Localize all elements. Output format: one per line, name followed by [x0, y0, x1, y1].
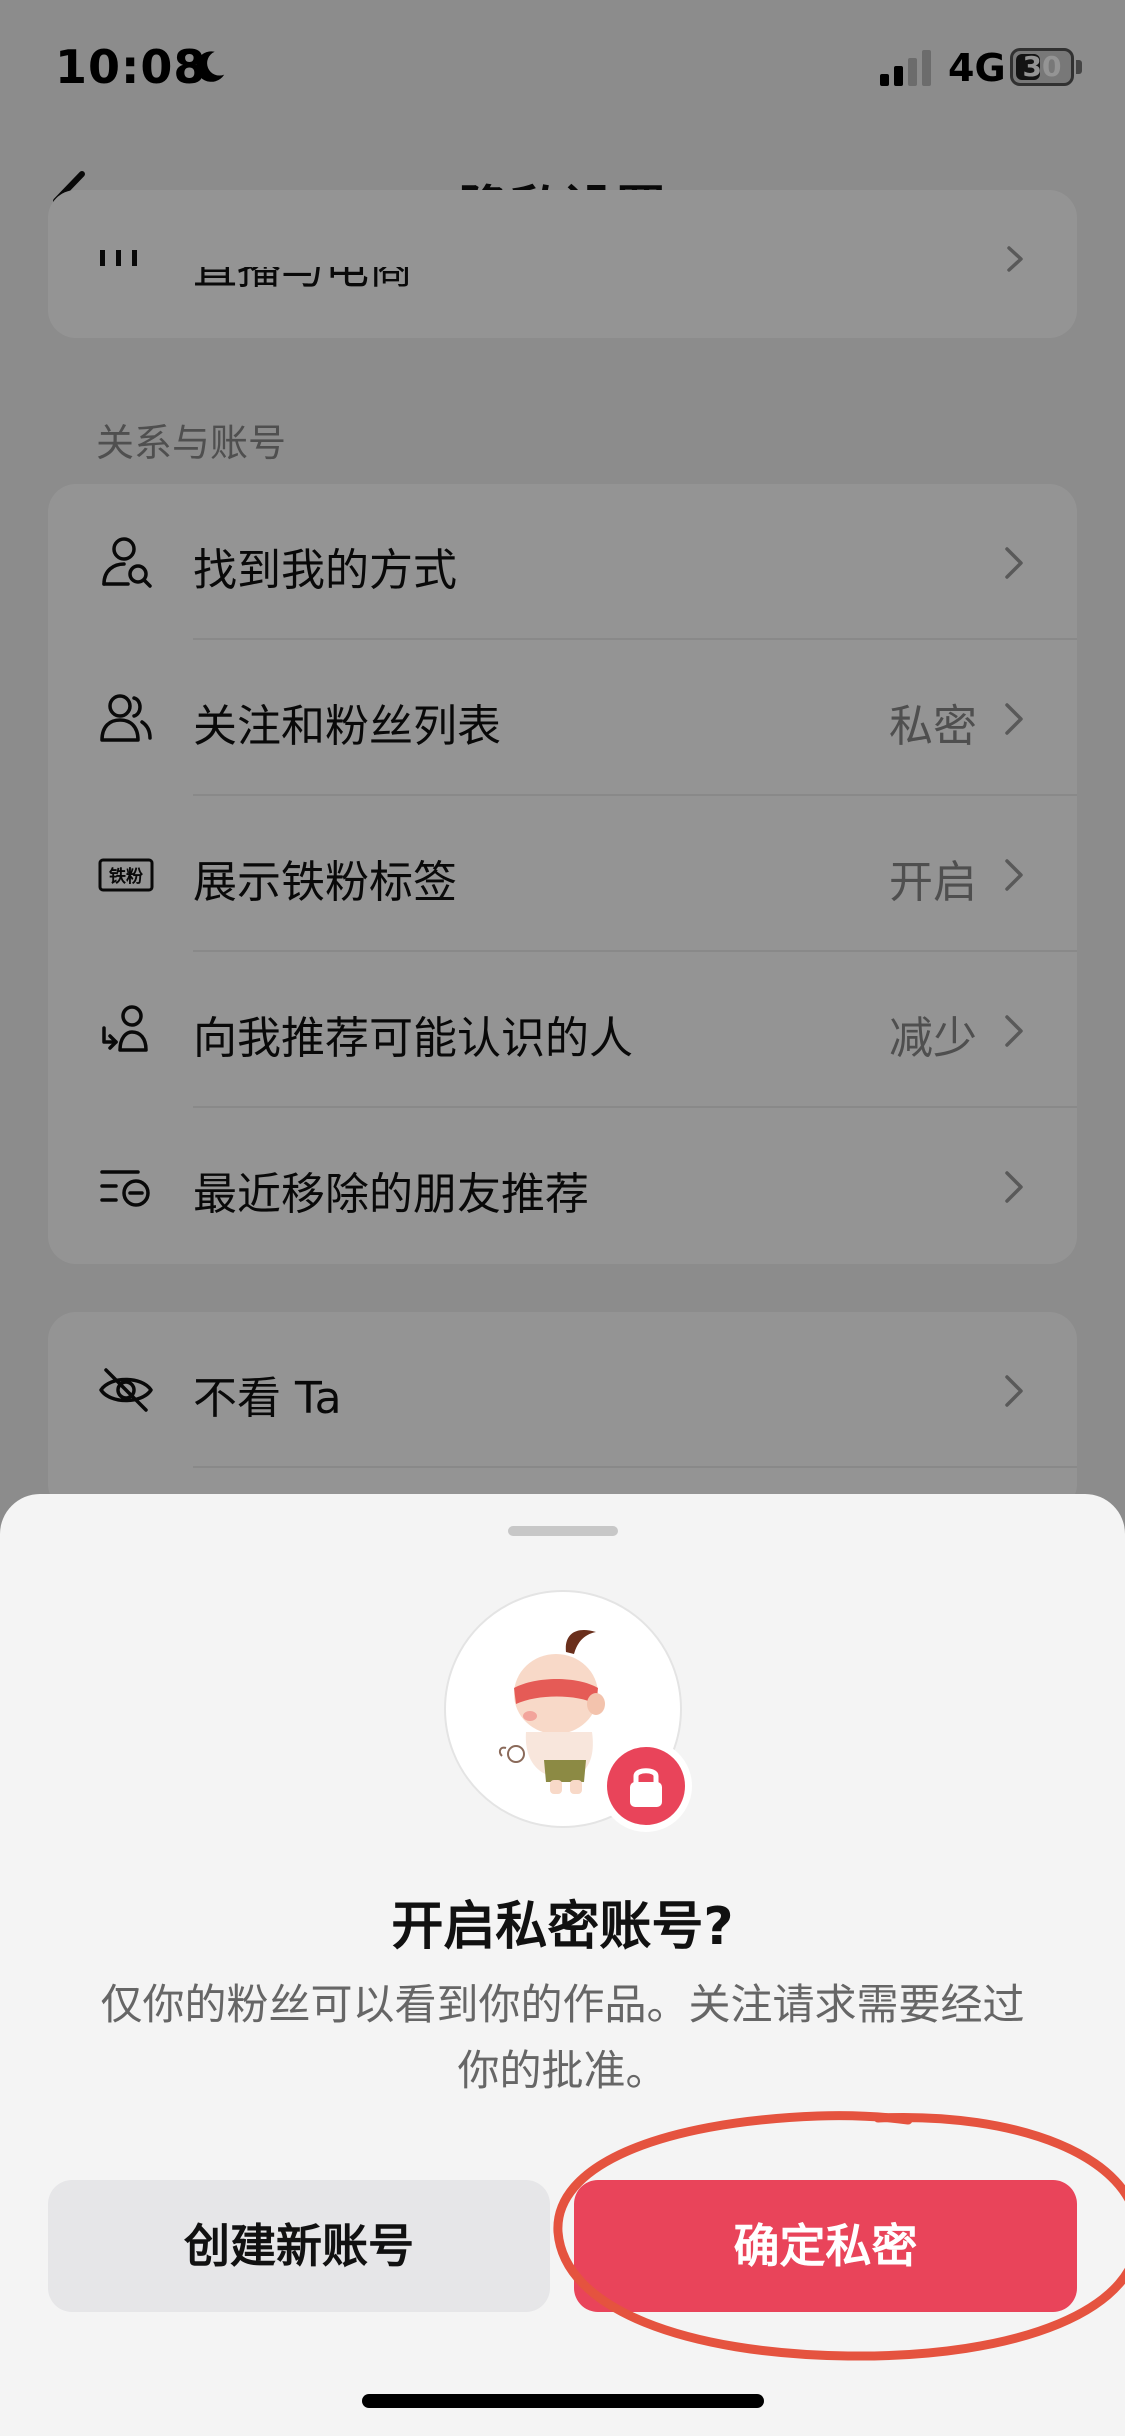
private-account-sheet: 开启私密账号? 仅你的粉丝可以看到你的作品。关注请求需要经过你的批准。 创建新账… — [0, 1494, 1125, 2436]
create-new-account-button[interactable]: 创建新账号 — [48, 2180, 550, 2312]
sheet-grabber[interactable] — [508, 1526, 618, 1536]
sheet-title: 开启私密账号? — [391, 1897, 734, 1957]
confirm-private-button[interactable]: 确定私密 — [574, 2180, 1077, 2312]
screen: 10:08 4G 30 隐私设置 直 — [0, 0, 1125, 2436]
lock-badge — [600, 1740, 692, 1832]
sheet-description: 仅你的粉丝可以看到你的作品。关注请求需要经过你的批准。 — [100, 1980, 1025, 2095]
lock-icon — [630, 1768, 662, 1807]
home-indicator — [362, 2394, 764, 2408]
